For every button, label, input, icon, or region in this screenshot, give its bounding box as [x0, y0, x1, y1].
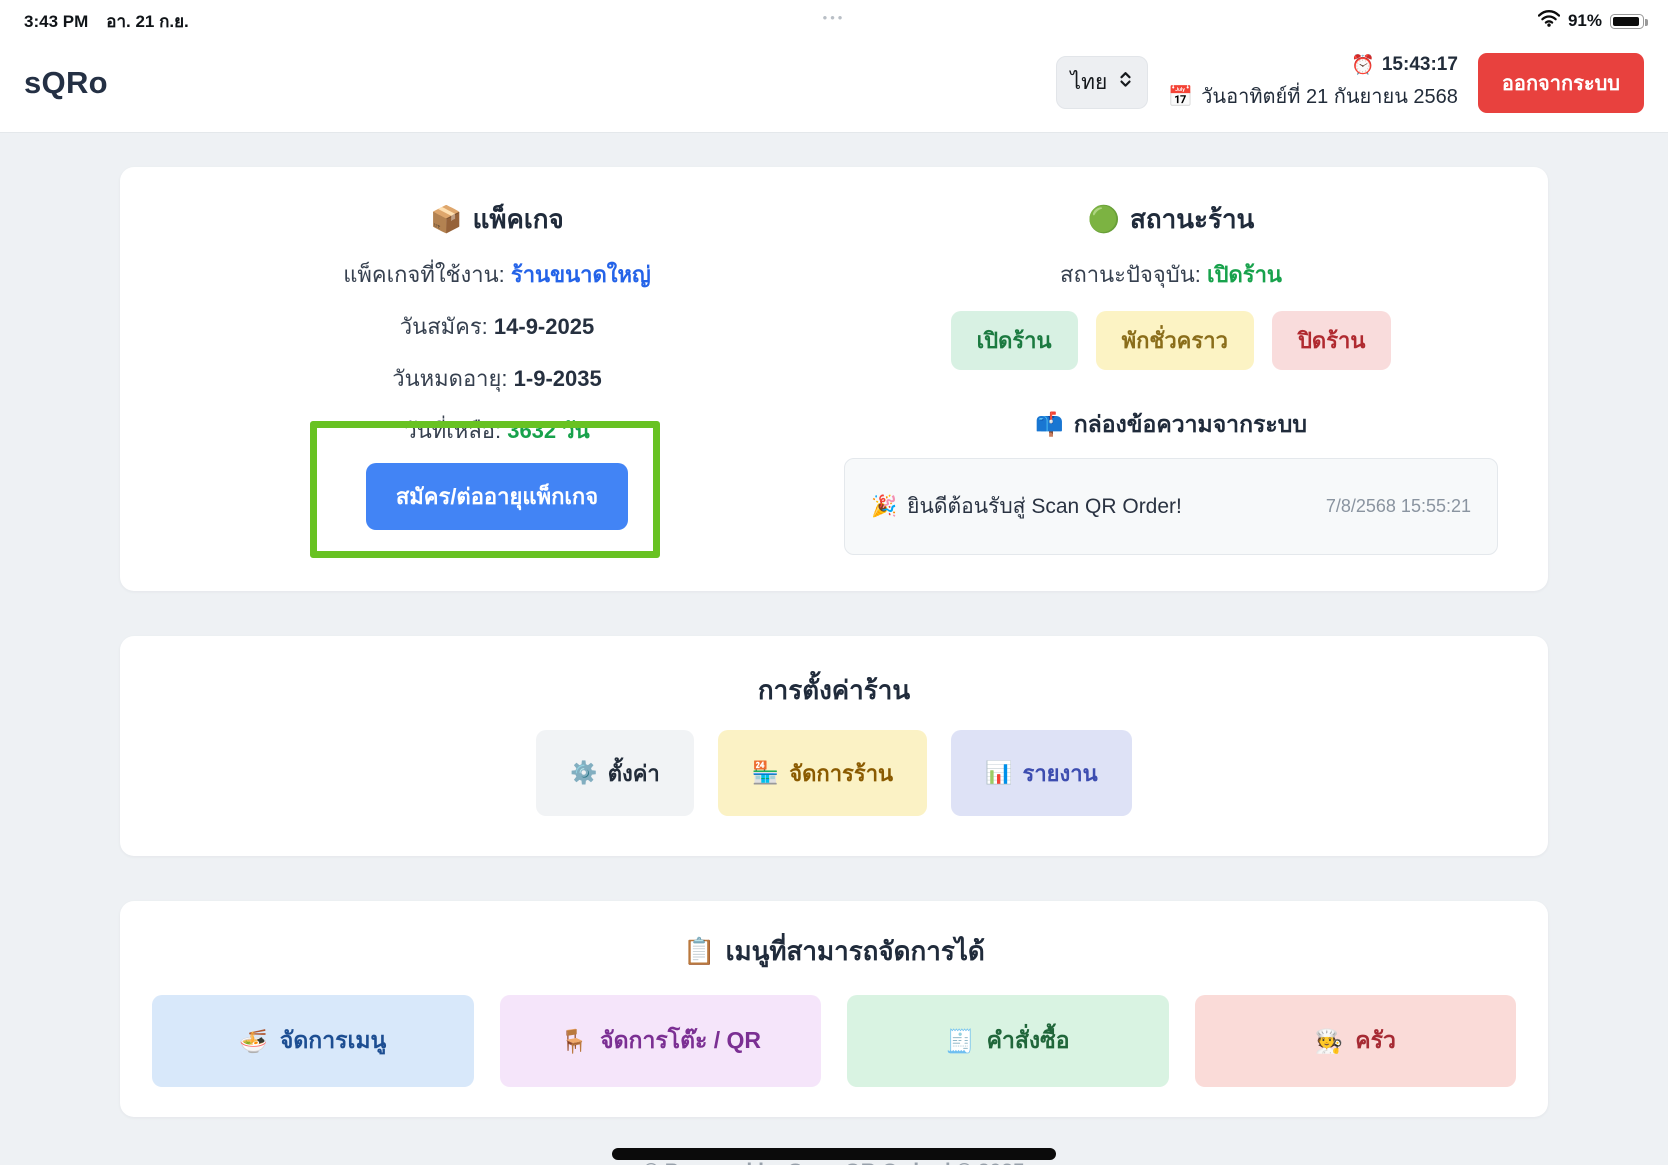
package-start-row: วันสมัคร: 14-9-2025 — [160, 313, 834, 341]
kitchen-button[interactable]: 🧑‍🍳 ครัว — [1195, 995, 1517, 1087]
manageable-menus-title: 📋 เมนูที่สามารถจัดการได้ — [152, 933, 1516, 969]
manageable-menus-card: 📋 เมนูที่สามารถจัดการได้ 🍜 จัดการเมนู 🪑 … — [120, 901, 1548, 1117]
current-status-row: สถานะปัจจุบัน: เปิดร้าน — [834, 261, 1508, 289]
package-start-label: วันสมัคร: — [400, 314, 488, 339]
system-message-text: 🎉 ยินดีต้อนรับสู่ Scan QR Order! — [871, 490, 1182, 523]
header-clock: ⏰ 15:43:17 — [1168, 53, 1458, 77]
store-settings-card: การตั้งค่าร้าน ⚙️ ตั้งค่า 🏪 จัดการร้าน 📊… — [120, 636, 1548, 856]
ios-status-bar: 3:43 PM อา. 21 ก.ย. ••• 91% — [24, 8, 1644, 34]
store-status-column: 🟢 สถานะร้าน สถานะปัจจุบัน: เปิดร้าน เปิด… — [834, 201, 1508, 555]
package-expiry-row: วันหมดอายุ: 1-9-2035 — [160, 365, 834, 393]
inbox-title-text: กล่องข้อความจากระบบ — [1074, 406, 1307, 442]
manageable-menus-buttons: 🍜 จัดการเมนู 🪑 จัดการโต๊ะ / QR 🧾 คำสั่งซ… — [152, 995, 1516, 1087]
noodle-bowl-icon: 🍜 — [239, 1028, 268, 1055]
alarm-clock-icon: ⏰ — [1351, 53, 1375, 77]
manage-tables-qr-button[interactable]: 🪑 จัดการโต๊ะ / QR — [500, 995, 822, 1087]
mailbox-icon: 📫 — [1035, 406, 1064, 442]
header-datetime: ⏰ 15:43:17 📅 วันอาทิตย์ที่ 21 กันยายน 25… — [1168, 53, 1458, 112]
package-expiry-value: 1-9-2035 — [514, 366, 602, 391]
battery-fill — [1613, 17, 1639, 26]
reports-button[interactable]: 📊 รายงาน — [951, 730, 1132, 816]
package-title: 📦 แพ็คเกจ — [160, 201, 834, 237]
top-chrome: 3:43 PM อา. 21 ก.ย. ••• 91% — [0, 0, 1668, 133]
app-page: 3:43 PM อา. 21 ก.ย. ••• 91% — [0, 0, 1668, 1165]
manageable-menus-title-text: เมนูที่สามารถจัดการได้ — [726, 933, 985, 969]
header-date: 📅 วันอาทิตย์ที่ 21 กันยายน 2568 — [1168, 80, 1458, 112]
orders-button[interactable]: 🧾 คำสั่งซื้อ — [847, 995, 1169, 1087]
receipt-icon: 🧾 — [946, 1028, 975, 1055]
bar-chart-icon: 📊 — [985, 760, 1012, 786]
store-status-title: 🟢 สถานะร้าน — [834, 201, 1508, 237]
pause-store-button[interactable]: พักชั่วคราว — [1096, 311, 1254, 370]
manage-menu-button-label: จัดการเมนู — [280, 1023, 386, 1059]
clipboard-icon: 📋 — [683, 933, 715, 969]
system-message-body: ยินดีต้อนรับสู่ Scan QR Order! — [907, 490, 1182, 523]
status-left: 3:43 PM อา. 21 ก.ย. — [24, 8, 189, 35]
header-date-text: วันอาทิตย์ที่ 21 กันยายน 2568 — [1201, 80, 1458, 112]
green-circle-icon: 🟢 — [1088, 201, 1120, 237]
store-settings-title: การตั้งค่าร้าน — [160, 672, 1508, 708]
app-header: sQRo ไทย ⏰ 15:43:17 — [24, 34, 1644, 131]
open-store-button[interactable]: เปิดร้าน — [951, 311, 1078, 370]
package-icon: 📦 — [430, 201, 462, 237]
package-column: 📦 แพ็คเกจ แพ็คเกจที่ใช้งาน: ร้านขนาดใหญ่… — [160, 201, 834, 555]
system-message-item[interactable]: 🎉 ยินดีต้อนรับสู่ Scan QR Order! 7/8/256… — [844, 458, 1498, 555]
header-right: ไทย ⏰ 15:43:17 📅 วันอา — [1056, 53, 1644, 113]
settings-button[interactable]: ⚙️ ตั้งค่า — [536, 730, 694, 816]
manage-menu-button[interactable]: 🍜 จัดการเมนู — [152, 995, 474, 1087]
status-right: 91% — [1538, 10, 1644, 32]
package-start-value: 14-9-2025 — [494, 314, 594, 339]
language-select-label: ไทย — [1071, 66, 1108, 99]
system-message-timestamp: 7/8/2568 15:55:21 — [1326, 496, 1471, 517]
reports-button-label: รายงาน — [1023, 756, 1098, 791]
orders-button-label: คำสั่งซื้อ — [987, 1023, 1070, 1059]
store-status-buttons: เปิดร้าน พักชั่วคราว ปิดร้าน — [834, 311, 1508, 370]
inbox-title: 📫 กล่องข้อความจากระบบ — [834, 406, 1508, 442]
package-title-text: แพ็คเกจ — [473, 201, 564, 237]
language-select[interactable]: ไทย — [1056, 56, 1149, 109]
logout-button[interactable]: ออกจากระบบ — [1478, 53, 1644, 113]
store-settings-buttons: ⚙️ ตั้งค่า 🏪 จัดการร้าน 📊 รายงาน — [160, 730, 1508, 816]
kitchen-button-label: ครัว — [1355, 1023, 1396, 1059]
store-status-title-text: สถานะร้าน — [1130, 201, 1254, 237]
current-status-value: เปิดร้าน — [1207, 262, 1282, 287]
home-indicator-handle[interactable] — [612, 1148, 1056, 1160]
status-date: อา. 21 ก.ย. — [106, 8, 189, 35]
package-status-card: 📦 แพ็คเกจ แพ็คเกจที่ใช้งาน: ร้านขนาดใหญ่… — [120, 167, 1548, 591]
package-active-value[interactable]: ร้านขนาดใหญ่ — [511, 262, 651, 287]
convenience-store-icon: 🏪 — [752, 760, 779, 786]
package-remaining-label: วันที่เหลือ: — [404, 418, 501, 443]
cook-icon: 🧑‍🍳 — [1315, 1028, 1344, 1055]
status-time: 3:43 PM — [24, 12, 88, 32]
gear-icon: ⚙️ — [570, 760, 597, 786]
package-expiry-label: วันหมดอายุ: — [392, 366, 507, 391]
app-logo: sQRo — [24, 65, 108, 101]
footer-credit: © Powered by Scan QR Order | © 2025 — [0, 1160, 1668, 1165]
battery-percent: 91% — [1568, 11, 1602, 31]
manage-store-button-label: จัดการร้าน — [789, 756, 893, 791]
chair-icon: 🪑 — [559, 1028, 588, 1055]
package-active-row: แพ็คเกจที่ใช้งาน: ร้านขนาดใหญ่ — [160, 261, 834, 289]
package-active-label: แพ็คเกจที่ใช้งาน: — [343, 262, 505, 287]
battery-icon — [1610, 14, 1644, 29]
party-popper-icon: 🎉 — [871, 495, 897, 519]
manage-tables-qr-button-label: จัดการโต๊ะ / QR — [600, 1023, 761, 1059]
package-remaining-row: วันที่เหลือ: 3632 วัน — [160, 417, 834, 445]
manage-store-button[interactable]: 🏪 จัดการร้าน — [718, 730, 927, 816]
package-remaining-value: 3632 วัน — [507, 418, 589, 443]
renew-package-button[interactable]: สมัคร/ต่ออายุแพ็กเกจ — [366, 463, 628, 530]
store-settings-title-text: การตั้งค่าร้าน — [758, 672, 910, 708]
close-store-button[interactable]: ปิดร้าน — [1272, 311, 1391, 370]
current-status-label: สถานะปัจจุบัน: — [1060, 262, 1201, 287]
battery-nub — [1645, 19, 1649, 26]
chevron-up-down-icon — [1118, 70, 1133, 95]
header-clock-time: 15:43:17 — [1382, 54, 1458, 76]
wifi-icon — [1538, 10, 1560, 32]
calendar-icon: 📅 — [1168, 84, 1193, 109]
settings-button-label: ตั้งค่า — [608, 756, 660, 791]
multitask-handle-icon[interactable]: ••• — [823, 10, 846, 25]
